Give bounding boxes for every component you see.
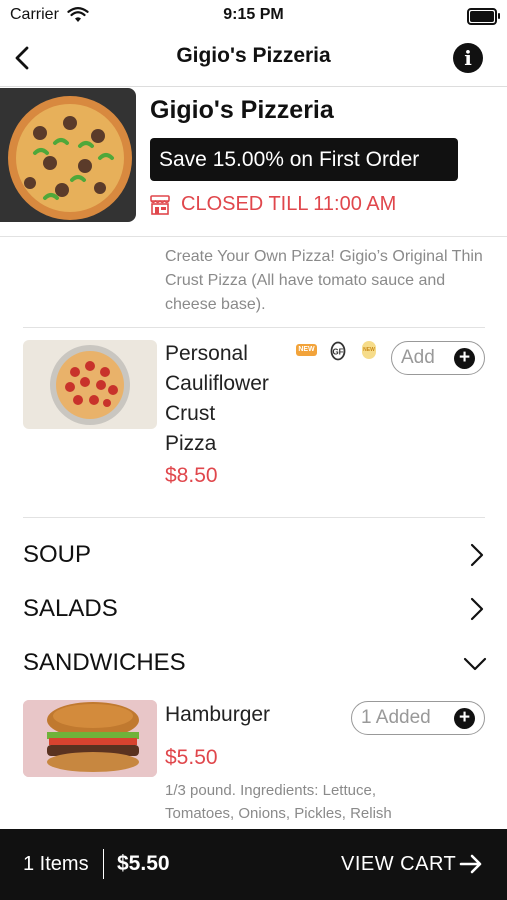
page-title: Gigio's Pizzeria <box>176 44 331 67</box>
plus-icon: + <box>454 708 475 729</box>
chevron-right-icon <box>470 597 484 621</box>
divider <box>0 236 507 237</box>
category-label: SALADS <box>23 595 118 622</box>
item-image[interactable] <box>23 340 157 429</box>
divider <box>103 849 104 879</box>
category-label: SOUP <box>23 541 92 568</box>
chevron-right-icon <box>470 543 484 567</box>
item-description-line: Tomatoes, Onions, Pickles, Relish <box>165 805 392 822</box>
info-icon[interactable]: i <box>453 43 483 73</box>
navigation-bar: Gigio's Pizzeria i <box>0 30 507 87</box>
category-label: SANDWICHES <box>23 649 186 676</box>
chevron-down-icon <box>463 657 487 671</box>
cart-item-count: 1 Items <box>23 853 89 875</box>
plus-icon: + <box>454 348 475 369</box>
added-button-label: 1 Added <box>361 707 431 728</box>
pepperoni-pizza-illustration <box>50 345 130 425</box>
add-button[interactable]: Add + <box>391 341 485 375</box>
item-price: $5.50 <box>165 746 218 769</box>
promo-banner: Save 15.00% on First Order <box>150 138 458 181</box>
pizza-illustration <box>8 96 132 220</box>
status-bar: Carrier 9:15 PM <box>0 0 507 30</box>
divider <box>23 327 485 328</box>
battery-icon <box>467 8 500 25</box>
item-description-line: 1/3 pound. Ingredients: Lettuce, <box>165 782 376 799</box>
item-name: Personal Cauliflower Crust Pizza <box>165 342 269 455</box>
category-row-soup[interactable]: SOUP <box>0 535 507 577</box>
view-cart-button[interactable]: VIEW CART <box>341 853 456 876</box>
added-button[interactable]: 1 Added + <box>351 701 485 735</box>
new-badge-icon: NEW <box>296 344 317 356</box>
hamburger-illustration <box>23 700 157 777</box>
arrow-right-icon[interactable] <box>458 851 484 877</box>
item-name: Hamburger <box>165 703 271 726</box>
section-description: Create Your Own Pizza! Gigio’s Original … <box>165 248 483 313</box>
add-button-label: Add <box>401 347 435 368</box>
clock: 9:15 PM <box>223 6 284 23</box>
item-description: 1/3 pound. Ingredients: Lettuce, Tomatoe… <box>165 779 495 825</box>
cart-bar[interactable]: 1 Items $5.50 VIEW CART <box>0 829 507 900</box>
item-image[interactable] <box>23 700 157 777</box>
category-row-sandwiches[interactable]: SANDWICHES <box>0 643 507 685</box>
gluten-free-icon: GF <box>330 341 346 361</box>
restaurant-name: Gigio's Pizzeria <box>150 96 334 124</box>
closed-status: CLOSED TILL 11:00 AM <box>181 193 397 215</box>
restaurant-image <box>0 88 136 222</box>
divider <box>23 517 485 518</box>
category-row-salads[interactable]: SALADS <box>0 589 507 631</box>
cart-total: $5.50 <box>117 852 170 875</box>
item-price: $8.50 <box>165 464 218 487</box>
gf-icon-label: GF <box>332 348 343 357</box>
new-badge-icon: NEW <box>362 341 376 359</box>
store-icon <box>150 195 170 215</box>
